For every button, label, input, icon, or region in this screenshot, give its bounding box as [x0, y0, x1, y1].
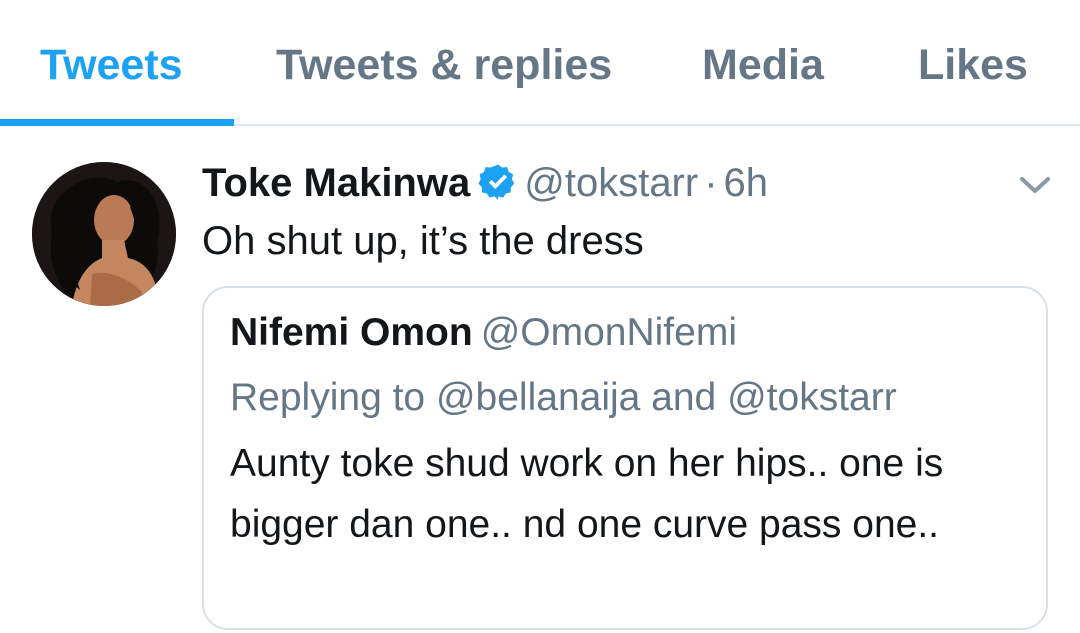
tweet-timestamp[interactable]: 6h	[724, 161, 769, 205]
quoted-tweet-header: Nifemi Omon @OmonNifemi	[230, 308, 737, 358]
tab-likes[interactable]: Likes	[918, 40, 1028, 90]
author-handle[interactable]: @tokstarr	[524, 161, 698, 205]
avatar[interactable]	[32, 162, 176, 306]
tab-media[interactable]: Media	[702, 40, 824, 90]
tweet[interactable]: Toke Makinwa @tokstarr · 6h Oh shut up, it’…	[0, 126, 1080, 633]
chevron-down-icon[interactable]	[1016, 172, 1054, 198]
quoted-author-handle: @OmonNifemi	[480, 311, 737, 354]
replying-to-text: Replying to @bellanaija and @tokstarr	[230, 376, 897, 419]
quoted-tweet-text: Aunty toke shud work on her hips.. one i…	[230, 442, 944, 546]
separator-dot: ·	[704, 161, 718, 205]
tweet-header: Toke Makinwa @tokstarr · 6h	[202, 158, 768, 208]
quoted-author-name: Nifemi Omon	[230, 311, 473, 354]
tab-tweets-and-replies[interactable]: Tweets & replies	[276, 40, 612, 90]
verified-badge-icon	[478, 164, 515, 200]
author-name[interactable]: Toke Makinwa	[202, 161, 470, 205]
tweet-text: Oh shut up, it’s the dress	[202, 219, 644, 263]
quoted-tweet[interactable]: Nifemi Omon @OmonNifemi Replying to @bell…	[202, 286, 1048, 630]
profile-tabs: Tweets Tweets & replies Media Likes	[0, 0, 1080, 126]
active-tab-indicator	[0, 119, 234, 126]
tab-tweets[interactable]: Tweets	[40, 40, 183, 90]
